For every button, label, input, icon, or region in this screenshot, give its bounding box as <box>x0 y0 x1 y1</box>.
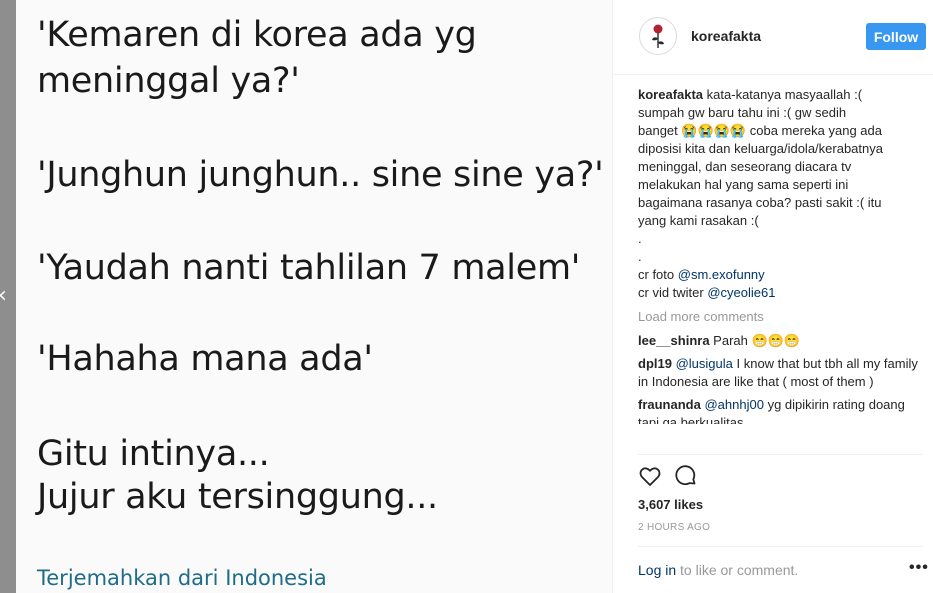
caption-text: kata-katanya masyaallah :( <box>706 87 863 102</box>
caption-line: . <box>638 249 642 264</box>
heart-icon[interactable] <box>638 464 662 488</box>
post-timestamp: 2 HOURS AGO <box>638 522 711 533</box>
caption-line: melakukan hal yang sama seperti ini <box>638 177 849 192</box>
caption-line: meninggal, dan seseorang diacara tv <box>638 159 852 174</box>
comment-username[interactable]: lee__shinra <box>638 333 710 348</box>
post-header: koreafakta Follow <box>613 0 933 75</box>
login-text: to like or comment. <box>680 562 799 578</box>
meme-line: Gitu intinya... <box>37 434 270 474</box>
comment-text: Parah 😁😁😁 <box>713 333 801 348</box>
credit-video-mention[interactable]: @cyeolie61 <box>707 285 775 300</box>
meme-line: 'Junghun junghun.. sine sine ya?' <box>37 155 604 195</box>
caption-line: koreafakta kata-katanya masyaallah :( <box>638 86 923 104</box>
credit-photo: cr foto @sm.exofunny <box>638 266 923 284</box>
caption-username[interactable]: koreafakta <box>638 87 703 102</box>
comment: dpl19 @lusigula I know that but tbh all … <box>638 355 923 391</box>
caption-line: sumpah gw baru tahu ini :( gw sedih <box>638 105 847 120</box>
action-bar <box>638 464 706 488</box>
caption-line: diposisi kita dan keluarga/idola/kerabat… <box>638 141 883 156</box>
meme-line: 'Hahaha mana ada' <box>37 339 373 379</box>
caption-line: yang kami rasakan :( <box>638 213 759 228</box>
comment-icon[interactable] <box>674 464 698 488</box>
divider <box>638 546 923 547</box>
avatar[interactable] <box>639 17 677 55</box>
comment-mention[interactable]: @lusigula <box>676 356 733 371</box>
comment-username[interactable]: fraunanda <box>638 397 701 412</box>
comment: lee__shinra Parah 😁😁😁 <box>638 332 923 350</box>
credit-photo-prefix: cr foto <box>638 267 675 282</box>
credit-video-prefix: cr vid twiter <box>638 285 704 300</box>
credit-video: cr vid twiter @cyeolie61 <box>638 284 923 302</box>
login-link[interactable]: Log in <box>638 562 676 578</box>
caption: koreafakta kata-katanya masyaallah :( su… <box>638 86 923 302</box>
login-prompt: Log in to like or comment. <box>638 562 798 578</box>
post-sidebar: koreafakta Follow koreafakta kata-katany… <box>612 0 933 593</box>
comments-section: koreafakta kata-katanya masyaallah :( su… <box>638 86 923 429</box>
header-username[interactable]: koreafakta <box>691 28 761 44</box>
load-more-comments-button[interactable]: Load more comments <box>638 308 923 326</box>
follow-button[interactable]: Follow <box>866 23 926 50</box>
post-image: 'Kemaren di korea ada yg meninggal ya?' … <box>16 0 612 593</box>
likes-count[interactable]: 3,607 likes <box>638 497 703 512</box>
divider <box>638 454 923 455</box>
credit-photo-mention[interactable]: @sm.exofunny <box>678 267 765 282</box>
comment-mention[interactable]: @ahnhj00 <box>704 397 763 412</box>
meme-line: 'Kemaren di korea ada yg <box>37 15 477 55</box>
meme-line: 'Yaudah nanti tahlilan 7 malem' <box>37 248 581 288</box>
translate-link: Terjemahkan dari Indonesia <box>37 566 327 590</box>
meme-line: Jujur aku tersinggung... <box>37 477 438 517</box>
rose-avatar-icon <box>652 24 664 48</box>
more-options-icon[interactable]: ••• <box>909 559 929 577</box>
comment: fraunanda @ahnhj00 yg dipikirin rating d… <box>638 396 923 424</box>
comment-username[interactable]: dpl19 <box>638 356 672 371</box>
meme-line: meninggal ya?' <box>37 61 300 101</box>
caption-line: . <box>638 231 642 246</box>
caption-line: bagaimana rasanya coba? pasti sakit :( i… <box>638 195 882 210</box>
caption-line: banget 😭😭😭😭 coba mereka yang ada <box>638 123 882 138</box>
chevron-left-icon[interactable]: ‹ <box>0 283 7 308</box>
